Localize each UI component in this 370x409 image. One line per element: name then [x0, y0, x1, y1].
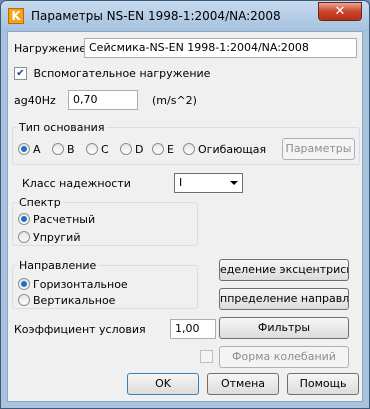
- ground-type-radio-a[interactable]: A: [18, 142, 41, 156]
- ground-type-radio-b[interactable]: B: [52, 142, 75, 156]
- direction-label-horizontal: Горизонтальное: [33, 277, 128, 291]
- radio-icon[interactable]: [152, 143, 164, 155]
- radio-checked-icon[interactable]: [18, 143, 30, 155]
- spectrum-radio-design[interactable]: Расчетный: [18, 212, 95, 226]
- ground-type-label-d: D: [135, 142, 144, 156]
- radio-icon[interactable]: [18, 294, 30, 306]
- reliability-value: I: [179, 176, 183, 189]
- title-bar[interactable]: K Параметры NS-EN 1998-1:2004/NA:2008 ✕: [1, 1, 369, 31]
- direction-label-vertical: Вертикальное: [33, 293, 116, 307]
- ag-input[interactable]: 0,70: [68, 90, 138, 110]
- direction-radio-vertical[interactable]: Вертикальное: [18, 293, 115, 307]
- ok-button[interactable]: OK: [127, 373, 199, 395]
- app-logo-icon: K: [8, 8, 24, 24]
- reliability-label: Класс надежности: [22, 177, 131, 190]
- eccentricity-button[interactable]: еделение эксцентрисите: [219, 259, 349, 281]
- ground-type-radio-envelope[interactable]: Огибающая: [183, 142, 266, 156]
- reliability-select[interactable]: I: [174, 173, 243, 193]
- chevron-down-icon[interactable]: [230, 181, 238, 185]
- radio-checked-icon[interactable]: [18, 213, 30, 225]
- mode-shapes-button[interactable]: Форма колебаний: [219, 346, 349, 368]
- coefficient-label: Коэффициент условия: [14, 323, 146, 336]
- ground-params-button[interactable]: Параметры: [282, 138, 355, 160]
- radio-icon[interactable]: [183, 143, 195, 155]
- ag-unit: (m/s^2): [152, 94, 197, 107]
- spectrum-legend: Спектр: [17, 196, 63, 209]
- radio-icon[interactable]: [52, 143, 64, 155]
- filters-button[interactable]: Фильтры: [219, 317, 349, 339]
- ground-type-label-c: C: [101, 142, 109, 156]
- close-button[interactable]: ✕: [318, 2, 362, 21]
- radio-checked-icon[interactable]: [18, 278, 30, 290]
- ground-type-label-e: E: [167, 142, 174, 156]
- ground-type-label-a: A: [33, 142, 41, 156]
- ground-type-radio-e[interactable]: E: [152, 142, 174, 156]
- auxiliary-load-label: Вспомогательное нагружение: [33, 66, 211, 80]
- radio-icon[interactable]: [86, 143, 98, 155]
- checkbox-checked-icon[interactable]: ✔: [14, 66, 27, 80]
- radio-icon[interactable]: [120, 143, 132, 155]
- mode-shapes-checkbox[interactable]: [200, 350, 213, 363]
- window-title: Параметры NS-EN 1998-1:2004/NA:2008: [31, 9, 281, 23]
- ground-type-radio-d[interactable]: D: [120, 142, 143, 156]
- load-field[interactable]: Сейсмика-NS-EN 1998-1:2004/NA:2008: [84, 38, 357, 58]
- ground-type-label-b: B: [67, 142, 75, 156]
- spectrum-radio-elastic[interactable]: Упругий: [18, 230, 80, 244]
- cancel-button[interactable]: Отмена: [207, 373, 279, 395]
- spectrum-label-elastic: Упругий: [33, 230, 81, 244]
- auxiliary-load-checkbox[interactable]: ✔ Вспомогательное нагружение: [14, 66, 210, 80]
- direction-radio-horizontal[interactable]: Горизонтальное: [18, 277, 128, 291]
- load-label: Нагружение:: [14, 42, 90, 55]
- radio-icon[interactable]: [18, 231, 30, 243]
- spectrum-label-design: Расчетный: [33, 212, 96, 226]
- dialog-window: K Параметры NS-EN 1998-1:2004/NA:2008 ✕ …: [0, 0, 370, 409]
- dialog-body: Нагружение: Сейсмика-NS-EN 1998-1:2004/N…: [7, 31, 363, 402]
- direction-legend: Направление: [17, 259, 99, 272]
- ground-type-radio-c[interactable]: C: [86, 142, 109, 156]
- ag-label: ag40Hz: [14, 94, 56, 107]
- direction-definition-button[interactable]: ппределение направлени: [219, 288, 349, 310]
- ground-type-legend: Тип основания: [17, 121, 107, 134]
- coefficient-input[interactable]: 1,00: [170, 319, 216, 339]
- ground-type-label-envelope: Огибающая: [198, 142, 267, 156]
- help-button[interactable]: Помощь: [287, 373, 359, 395]
